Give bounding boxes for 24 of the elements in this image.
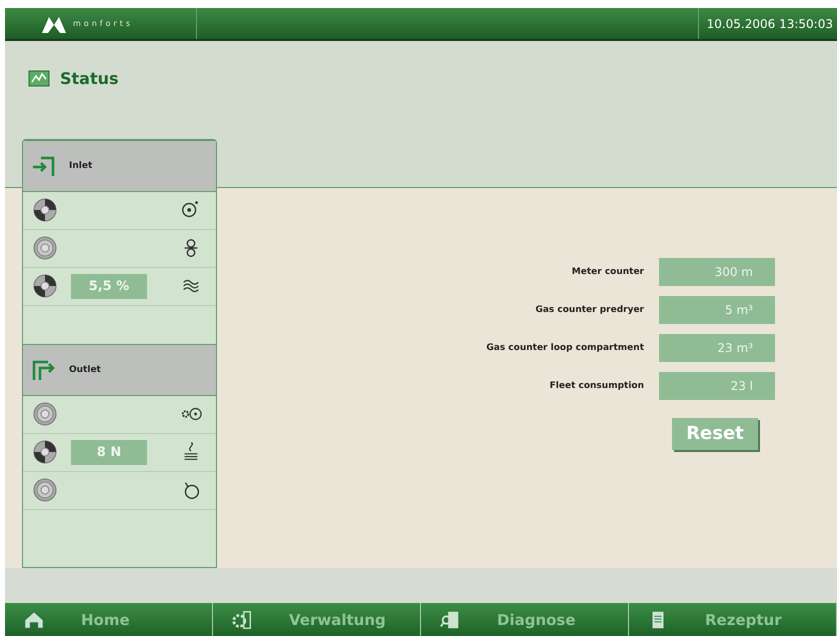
house-icon [23, 608, 45, 631]
nav-button[interactable]: Rezeptur [629, 603, 837, 636]
counter-label: Fleet consumption [548, 380, 644, 391]
counter-value: 23 m³ [659, 334, 775, 362]
nav-button[interactable]: Home [5, 603, 213, 636]
gear-icon [231, 608, 253, 631]
group-title: Outlet [69, 364, 101, 375]
nav-button[interactable]: Verwaltung [213, 603, 421, 636]
value-display: 8 N [71, 440, 147, 465]
counter-label: Gas counter loop compartment [486, 342, 644, 353]
counter-value: 300 m [659, 258, 775, 286]
counter-value: 5 m³ [659, 296, 775, 324]
group-title: Inlet [69, 160, 92, 171]
value-display: 5,5 % [71, 274, 147, 299]
counter-value: 23 l [659, 372, 775, 400]
logo-mark-icon [41, 14, 67, 33]
nav-button[interactable]: Diagnose [421, 603, 629, 636]
date-time: 10.05.2006 13:50:03 [698, 8, 837, 40]
counter-label: Meter counter [570, 266, 644, 277]
reset-button[interactable]: Reset [672, 418, 758, 450]
page-title: Status [60, 69, 119, 88]
counter-label: Gas counter predryer [534, 304, 644, 315]
logo-text: monforts [73, 19, 134, 28]
chart-icon [28, 69, 50, 88]
